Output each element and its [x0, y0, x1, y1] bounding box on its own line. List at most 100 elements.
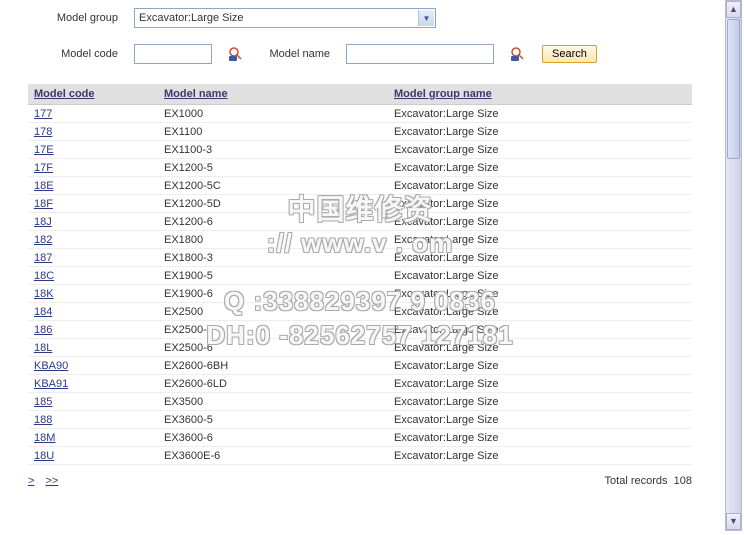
- model-code-link[interactable]: 18U: [34, 450, 54, 462]
- table-row: 185EX3500Excavator:Large Size: [28, 393, 692, 411]
- cell-group: Excavator:Large Size: [388, 249, 692, 267]
- model-code-link[interactable]: 178: [34, 126, 52, 138]
- model-code-link[interactable]: 187: [34, 252, 52, 264]
- scroll-down-icon[interactable]: ▼: [726, 513, 741, 530]
- model-code-link[interactable]: 18L: [34, 342, 52, 354]
- cell-code: 184: [28, 303, 158, 321]
- pager-last[interactable]: >>: [46, 475, 59, 487]
- cell-name: EX1200-6: [158, 213, 388, 231]
- model-code-link[interactable]: 17E: [34, 144, 54, 156]
- cell-group: Excavator:Large Size: [388, 195, 692, 213]
- cell-name: EX1200-5: [158, 159, 388, 177]
- col-model-name[interactable]: Model name: [158, 84, 388, 105]
- table-row: 187 EX1800-3Excavator:Large Size: [28, 249, 692, 267]
- model-code-link[interactable]: 17F: [34, 162, 53, 174]
- footer: > >> Total records 108: [0, 471, 720, 497]
- cell-code: 18J: [28, 213, 158, 231]
- cell-code: 188: [28, 411, 158, 429]
- model-code-link[interactable]: 18F: [34, 198, 53, 210]
- table-row: 18LEX2500-6Excavator:Large Size: [28, 339, 692, 357]
- content-pane: Model group Excavator:Large Size ▼ Model…: [0, 0, 720, 535]
- cell-group: Excavator:Large Size: [388, 123, 692, 141]
- lookup-icon[interactable]: [510, 46, 526, 62]
- cell-code: 187: [28, 249, 158, 267]
- model-name-input[interactable]: [346, 44, 494, 64]
- cell-name: EX3600-5: [158, 411, 388, 429]
- cell-code: 17F: [28, 159, 158, 177]
- cell-code: 17E: [28, 141, 158, 159]
- cell-group: Excavator:Large Size: [388, 357, 692, 375]
- cell-group: Excavator:Large Size: [388, 393, 692, 411]
- cell-code: 18M: [28, 429, 158, 447]
- model-code-link[interactable]: 184: [34, 306, 52, 318]
- pager-next[interactable]: >: [28, 475, 34, 487]
- cell-name: EX1200-5C: [158, 177, 388, 195]
- cell-group: Excavator:Large Size: [388, 303, 692, 321]
- results-table: Model code Model name Model group name 1…: [28, 84, 692, 465]
- cell-group: Excavator:Large Size: [388, 159, 692, 177]
- pager: > >>: [28, 475, 66, 487]
- cell-code: 182: [28, 231, 158, 249]
- cell-group: Excavator:Large Size: [388, 411, 692, 429]
- model-code-link[interactable]: 186: [34, 324, 52, 336]
- model-code-link[interactable]: 18E: [34, 180, 54, 192]
- cell-name: EX3600E-6: [158, 447, 388, 465]
- cell-name: EX1800: [158, 231, 388, 249]
- table-row: 17EEX1100-3Excavator:Large Size: [28, 141, 692, 159]
- results-table-wrap: Model code Model name Model group name 1…: [0, 72, 720, 471]
- table-row: 18F EX1200-5DExcavator:Large Size: [28, 195, 692, 213]
- scroll-thumb[interactable]: [727, 19, 740, 159]
- table-row: 18C EX1900-5Excavator:Large Size: [28, 267, 692, 285]
- model-code-link[interactable]: 18J: [34, 216, 52, 228]
- table-row: 18K EX1900-6Excavator:Large Size: [28, 285, 692, 303]
- table-row: 177 EX1000Excavator:Large Size: [28, 105, 692, 123]
- model-code-link[interactable]: 18C: [34, 270, 54, 282]
- model-group-value: Excavator:Large Size: [139, 12, 244, 24]
- cell-group: Excavator:Large Size: [388, 213, 692, 231]
- cell-group: Excavator:Large Size: [388, 447, 692, 465]
- cell-name: EX1000: [158, 105, 388, 123]
- cell-name: EX1800-3: [158, 249, 388, 267]
- table-header-row: Model code Model name Model group name: [28, 84, 692, 105]
- cell-code: 18E: [28, 177, 158, 195]
- table-row: 18U EX3600E-6Excavator:Large Size: [28, 447, 692, 465]
- table-row: 17F EX1200-5Excavator:Large Size: [28, 159, 692, 177]
- vertical-scrollbar[interactable]: ▲ ▼: [725, 0, 742, 531]
- model-code-link[interactable]: 185: [34, 396, 52, 408]
- cell-code: 185: [28, 393, 158, 411]
- cell-name: EX3600-6: [158, 429, 388, 447]
- model-code-link[interactable]: KBA90: [34, 360, 68, 372]
- model-code-input[interactable]: [134, 44, 212, 64]
- cell-name: EX1100: [158, 123, 388, 141]
- filter-row-1: Model group Excavator:Large Size ▼: [0, 0, 720, 36]
- lookup-icon[interactable]: [228, 46, 244, 62]
- cell-group: Excavator:Large Size: [388, 429, 692, 447]
- model-name-label: Model name: [260, 48, 330, 60]
- col-model-code[interactable]: Model code: [28, 84, 158, 105]
- search-button[interactable]: Search: [542, 45, 597, 63]
- total-records: Total records 108: [605, 475, 692, 487]
- scroll-up-icon[interactable]: ▲: [726, 1, 741, 18]
- model-group-label: Model group: [40, 12, 118, 24]
- cell-name: EX2500-6: [158, 339, 388, 357]
- model-code-link[interactable]: 182: [34, 234, 52, 246]
- model-group-dropdown[interactable]: Excavator:Large Size ▼: [134, 8, 436, 28]
- cell-code: 177: [28, 105, 158, 123]
- col-model-group[interactable]: Model group name: [388, 84, 692, 105]
- cell-group: Excavator:Large Size: [388, 105, 692, 123]
- cell-name: EX1900-6: [158, 285, 388, 303]
- table-row: KBA91EX2600-6LDExcavator:Large Size: [28, 375, 692, 393]
- cell-code: 18F: [28, 195, 158, 213]
- cell-name: EX1200-5D: [158, 195, 388, 213]
- cell-name: EX2500-5: [158, 321, 388, 339]
- model-code-link[interactable]: 18K: [34, 288, 54, 300]
- cell-name: EX1900-5: [158, 267, 388, 285]
- model-code-link[interactable]: 18M: [34, 432, 55, 444]
- model-code-link[interactable]: 188: [34, 414, 52, 426]
- cell-group: Excavator:Large Size: [388, 321, 692, 339]
- model-code-link[interactable]: 177: [34, 108, 52, 120]
- cell-group: Excavator:Large Size: [388, 285, 692, 303]
- cell-group: Excavator:Large Size: [388, 267, 692, 285]
- model-code-label: Model code: [40, 48, 118, 60]
- model-code-link[interactable]: KBA91: [34, 378, 68, 390]
